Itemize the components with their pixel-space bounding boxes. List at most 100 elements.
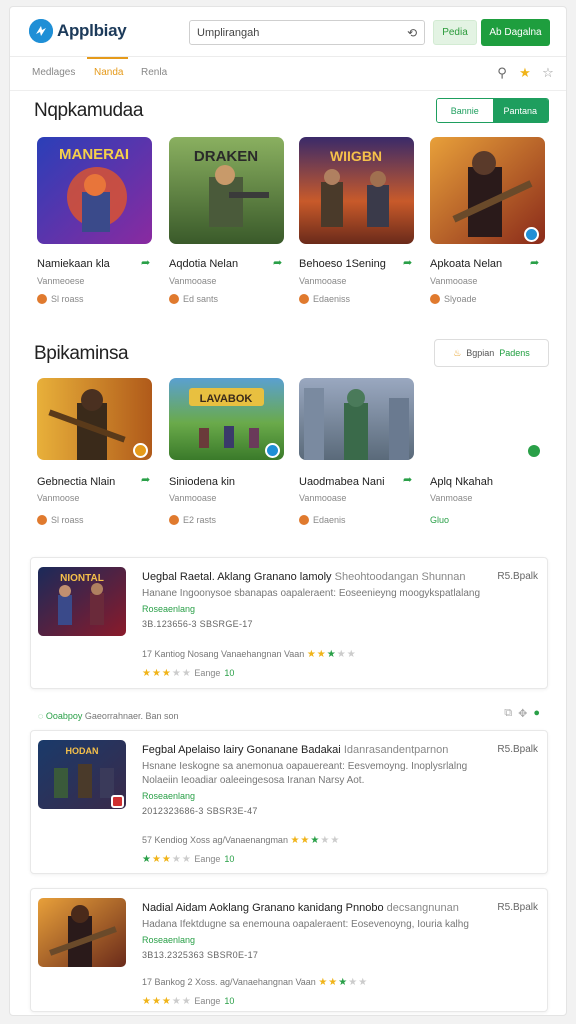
card-meta-text: Edaeniss [313,294,351,304]
badge-icon [133,443,148,458]
search-icon[interactable]: ⟲ [407,26,417,40]
copy-icon[interactable]: ⧉ [504,707,512,720]
online-dot-icon [528,445,540,457]
card-title[interactable]: Gebnectia Nlain [37,476,115,488]
game-thumbnail[interactable]: MANERAI [37,137,152,244]
item-thumbnail[interactable] [38,898,126,967]
seg-option-a[interactable]: Bannie [437,99,493,122]
search-icon[interactable]: ⚲ [494,65,510,81]
item-title[interactable]: Uegbal Raetal. Aklang Granano lamoly She… [142,571,482,583]
art-text-1: MANERAI [59,146,129,163]
star-outline-icon[interactable]: ☆ [540,65,556,81]
item-footer-count: 10 [224,996,235,1006]
card-meta: Edaenis [299,515,346,525]
card-subtitle: Vanmooase [169,276,217,286]
list-item[interactable]: NIONTAL Uegbal Raetal. Aklang Granano la… [30,557,548,689]
item-code: 3B.123656-3 SBSRGE-17 [142,619,253,629]
card-title[interactable]: Aplq Nkahah [430,476,493,488]
game-card[interactable]: WIIGBN Behoeso 1Sening Vanmooase Edaenis… [299,137,417,307]
info-line-green[interactable]: Ooabpoy [46,711,83,721]
card-meta-text: Sl roass [51,294,84,304]
section-action-label: Bgpian [466,348,495,358]
seg-option-b[interactable]: Pantana [492,99,548,122]
item-title-main: Uegbal Raetal. Aklang Granano lamoly [142,571,332,583]
item-title[interactable]: Nadial Aidam Aoklang Granano kanidang Pn… [142,902,482,914]
card-meta: Edaeniss [299,294,350,304]
search-input[interactable] [190,21,400,44]
item-footer-count: 10 [224,668,235,678]
section-title-1: Nqpkamudaa [34,100,144,121]
rating-dot-icon [299,515,309,525]
art-text-item1: NIONTAL [60,573,104,584]
move-icon[interactable]: ✥ [518,707,527,720]
card-title[interactable]: Aqdotia Nelan [169,258,238,270]
star-rating-icon: ★★★★★ [290,835,341,846]
card-title[interactable]: Behoeso 1Sening [299,258,386,270]
card-title[interactable]: Namiekaan kla [37,258,110,270]
card-subtitle: Vanmooase [299,493,347,503]
card-meta-text: Sl roass [51,515,84,525]
share-icon[interactable]: ➦ [530,256,539,269]
art-text-item2: HODAN [66,746,99,756]
share-icon[interactable]: ➦ [403,256,412,269]
star-icon[interactable]: ★ [517,65,533,81]
section-action-button[interactable]: ♨ Bgpian Padens [434,339,549,367]
star-rating-icon: ★★★★★ [142,996,192,1007]
share-icon[interactable]: ➦ [141,473,150,486]
item-description-2: Nolaeiin Ieoadiar oaleeingesosa Iranan N… [142,775,365,786]
game-card[interactable]: MANERAI Namiekaan kla Vanmeoese Sl roass… [37,137,155,307]
item-category[interactable]: Roseaenlang [142,935,195,945]
top-header: Applbiay ⟲ Pedia Ab Dagalna [10,7,566,57]
game-card[interactable]: DRAKEN Aqdotia Nelan Vanmooase Ed sants … [169,137,287,307]
card-title[interactable]: Apkoata Nelan [430,258,502,270]
card-title[interactable]: Siniodena kin [169,476,235,488]
card-subtitle: Vanmooase [169,493,217,503]
item-footer-label: Eange [194,668,221,678]
game-card[interactable]: LAVABOK Siniodena kin Vanmooase E2 rasts [169,378,287,528]
item-title-tail: Idanrasandentparnon [343,744,449,756]
item-code: 3B13.2325363 SBSR0E-17 [142,950,259,960]
list-item[interactable]: HODAN Fegbal Apelaiso lairy Gonanane Bad… [30,730,548,874]
rating-dot-icon [37,294,47,304]
item-category[interactable]: Roseaenlang [142,604,195,614]
flame-icon: ♨ [453,347,462,358]
info-line: ◌ Ooabpoy Gaeorrahnaer. Ban son [38,711,179,721]
item-price: R5.Bpalk [497,571,538,582]
game-thumbnail[interactable]: WIIGBN [299,137,414,244]
item-title[interactable]: Fegbal Apelaiso lairy Gonanane Badakai I… [142,744,482,756]
item-footer-count: 10 [224,854,235,864]
item-thumbnail[interactable]: NIONTAL [38,567,126,636]
list-item[interactable]: Nadial Aidam Aoklang Granano kanidang Pn… [30,888,548,1012]
game-thumbnail[interactable]: DRAKEN [169,137,284,244]
share-icon[interactable]: ➦ [141,256,150,269]
refresh-icon[interactable]: ◌ [38,711,43,721]
light-action-button[interactable]: Pedia [433,20,477,45]
item-rating-text: 17 Kantiog Nosang Vanaehangnan Vaan [142,649,305,659]
game-card[interactable]: Uaodmabea Nani Vanmooase Edaenis ➦ [299,378,417,528]
share-icon[interactable]: ➦ [403,473,412,486]
tab-2[interactable]: Nanda [94,67,123,78]
share-icon[interactable]: ➦ [273,256,282,269]
active-tab-indicator [87,57,128,59]
card-title[interactable]: Uaodmabea Nani [299,476,385,488]
item-price: R5.Bpalk [497,744,538,755]
card-meta-text: Slyoade [444,294,477,304]
game-card[interactable]: Gebnectia Nlain Vanmoose Sl roass ➦ [37,378,155,528]
tab-3[interactable]: Renla [141,67,167,78]
game-thumbnail[interactable] [299,378,414,460]
item-rating-text: 57 Kendiog Xoss ag/Vanaenangman [142,835,288,845]
tab-1[interactable]: Medlages [32,67,75,78]
card-meta: Gluo [430,515,450,525]
tab-tools: ⚲ ★ ☆ [494,65,556,81]
item-title-tail: decsangnunan [386,902,459,914]
search-box[interactable]: ⟲ [189,20,425,45]
card-subtitle: Vanmeoese [37,276,85,286]
item-category[interactable]: Roseaenlang [142,791,195,801]
primary-action-button[interactable]: Ab Dagalna [481,19,550,46]
verified-badge-icon [265,443,280,458]
game-card[interactable]: Apkoata Nelan Vanmooase Slyoade ➦ [430,137,548,307]
brand-name[interactable]: Applbiay [57,21,127,41]
game-card[interactable]: Aplq Nkahah Vanmoase Gluo [430,378,548,528]
card-meta: Slyoade [430,294,477,304]
info-line-text: Gaeorrahnaer. Ban son [84,711,179,721]
